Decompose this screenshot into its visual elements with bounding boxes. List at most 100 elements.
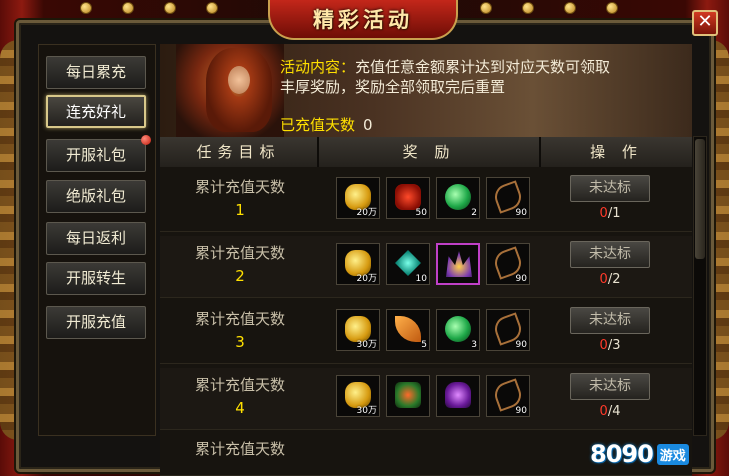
task-progress: 0/4	[570, 404, 650, 419]
reward-quantity: 90	[515, 274, 527, 284]
recharged-days: 已充值天数 0	[280, 114, 373, 135]
hero-face	[228, 66, 250, 94]
task-action: 未达标 0/3	[570, 307, 650, 353]
reward-slot[interactable]: 30万	[336, 375, 380, 417]
coin-icon	[122, 2, 134, 14]
reward-quantity: 30万	[356, 340, 377, 350]
scrollbar-thumb[interactable]	[695, 139, 705, 259]
task-progress: 0/2	[570, 272, 650, 287]
header-action: 操 作	[541, 137, 692, 167]
close-icon: ✕	[697, 11, 713, 32]
reward-quantity: 20万	[356, 274, 377, 284]
title-plate: 精彩活动	[268, 0, 458, 40]
task-target-days: 3	[235, 333, 245, 351]
reward-slot[interactable]: 90	[486, 243, 530, 285]
task-progress: 0/1	[570, 206, 650, 221]
orange-feather-icon	[395, 316, 421, 342]
reward-quantity: 90	[515, 208, 527, 218]
activity-content-text-1: 充值任意金额累计达到对应天数可领取	[355, 58, 611, 76]
task-target-label: 累计充值天数	[194, 310, 285, 328]
reward-list: 30万 90	[336, 375, 530, 417]
header-target: 任务目标	[160, 137, 317, 167]
teal-crystal-icon	[395, 250, 421, 276]
watermark-brand: 8090	[590, 440, 654, 468]
coin-icon	[206, 2, 218, 14]
sidebar-item-consecutive-gift[interactable]: 连充好礼	[46, 95, 146, 128]
sidebar-item-daily-rebate[interactable]: 每日返利	[46, 222, 146, 255]
sidebar-item-daily-recharge[interactable]: 每日累充	[46, 56, 146, 89]
reward-slot[interactable]: 3	[436, 309, 480, 351]
progress-total: /3	[607, 338, 621, 353]
progress-total: /1	[607, 206, 621, 221]
activity-banner: 活动内容：充值任意金额累计达到对应天数可领取 丰厚奖励，奖励全部领取完后重置 已…	[160, 44, 692, 137]
reward-quantity: 5	[421, 340, 427, 350]
crown-icon	[446, 251, 472, 277]
task-action: 未达标 0/1	[570, 175, 650, 221]
claim-button[interactable]: 未达标	[570, 307, 650, 334]
reward-slot[interactable]: 90	[486, 177, 530, 219]
claim-button[interactable]: 未达标	[570, 241, 650, 268]
table-row: 累计充值天数 1 20万 50 2 90 未达标 0/1	[160, 170, 692, 232]
coin-ornament-row-right	[480, 2, 618, 14]
reward-slot[interactable]: 30万	[336, 309, 380, 351]
task-progress: 0/3	[570, 338, 650, 353]
task-action: 未达标 0/2	[570, 241, 650, 287]
reward-quantity: 90	[515, 406, 527, 416]
progress-current: 0	[599, 206, 608, 221]
activity-content-label: 活动内容：	[280, 58, 356, 76]
table-row: 累计充值天数 2 20万 10 90 未达标 0/2	[160, 236, 692, 298]
scrollbar[interactable]	[693, 136, 707, 436]
reward-quantity: 10	[415, 274, 427, 284]
task-target-label: 累计充值天数	[194, 376, 285, 394]
task-target-label: 累计充值天数	[194, 440, 285, 458]
coin-icon	[164, 2, 176, 14]
reward-slot[interactable]: 90	[486, 309, 530, 351]
reward-slot[interactable]: 20万	[336, 177, 380, 219]
window-frame: 精彩活动 ✕ 每日累充 连充好礼 开服礼包 绝版礼包 每日返利 开服转生 开服充…	[0, 0, 729, 476]
reward-quantity: 30万	[356, 406, 377, 416]
sidebar-item-opening-pack[interactable]: 开服礼包	[46, 135, 151, 172]
progress-current: 0	[599, 338, 608, 353]
reward-quantity: 50	[415, 208, 427, 218]
recharged-days-label: 已充值天数	[280, 116, 356, 134]
progress-current: 0	[599, 404, 608, 419]
reward-slot[interactable]	[436, 375, 480, 417]
close-button[interactable]: ✕	[692, 10, 718, 36]
reward-slot[interactable]: 50	[386, 177, 430, 219]
task-target-label: 累计充值天数	[194, 178, 285, 196]
green-potion-icon	[445, 316, 471, 342]
reward-slot[interactable]: 20万	[336, 243, 380, 285]
table-row: 累计充值天数 4 30万 90 未达标 0/4	[160, 368, 692, 430]
reward-slot[interactable]	[436, 243, 480, 285]
recharged-days-value: 0	[363, 116, 373, 134]
table-header: 任务目标 奖 励 操 作	[160, 137, 692, 167]
sidebar-item-limited-pack[interactable]: 绝版礼包	[46, 180, 146, 213]
reward-slot[interactable]	[386, 375, 430, 417]
task-action: 未达标 0/4	[570, 373, 650, 419]
reward-slot[interactable]: 10	[386, 243, 430, 285]
sidebar-item-opening-recharge[interactable]: 开服充值	[46, 306, 146, 339]
reward-quantity: 90	[515, 340, 527, 350]
reward-slot[interactable]: 2	[436, 177, 480, 219]
task-target: 累计充值天数 3	[160, 302, 320, 364]
sidebar-item-opening-rebirth[interactable]: 开服转生	[46, 262, 146, 295]
coin-ornament-row-left	[80, 2, 218, 14]
red-gem-icon	[395, 184, 421, 210]
reward-slot[interactable]: 90	[486, 375, 530, 417]
header-reward: 奖 励	[319, 137, 539, 167]
coin-icon	[606, 2, 618, 14]
claim-button[interactable]: 未达标	[570, 373, 650, 400]
claim-button[interactable]: 未达标	[570, 175, 650, 202]
sidebar-item-label: 开服礼包	[65, 146, 126, 164]
hero-portrait	[176, 44, 284, 137]
activity-description-line-1: 活动内容：充值任意金额累计达到对应天数可领取	[280, 56, 610, 77]
reward-list: 30万 5 3 90	[336, 309, 530, 351]
task-target-days: 2	[235, 267, 245, 285]
reward-slot[interactable]: 5	[386, 309, 430, 351]
progress-total: /4	[607, 404, 621, 419]
coin-icon	[80, 2, 92, 14]
reward-quantity: 2	[471, 208, 477, 218]
reward-quantity: 3	[471, 340, 477, 350]
task-target-days: 4	[235, 399, 245, 417]
task-target: 累计充值天数 2	[160, 236, 320, 298]
